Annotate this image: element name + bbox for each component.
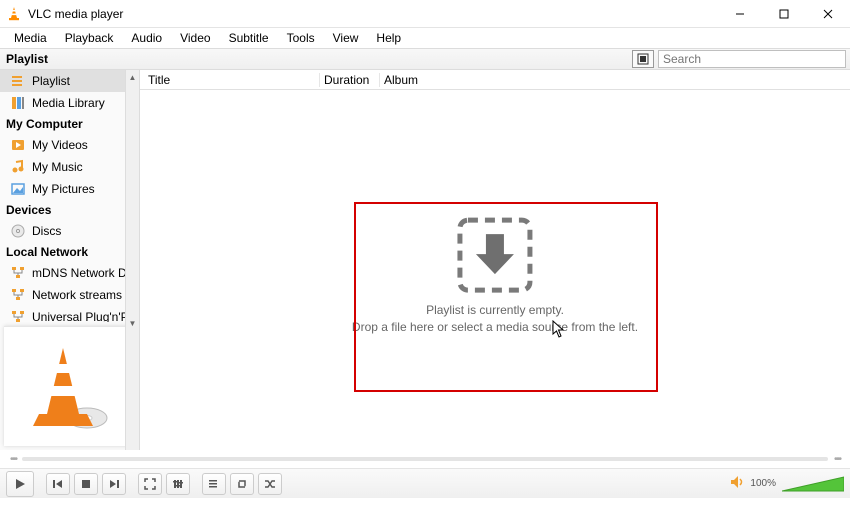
time-start-dots: •••• <box>10 454 16 465</box>
sidebar-item-label: Media Library <box>32 96 105 110</box>
network-icon <box>10 309 26 322</box>
menu-playback[interactable]: Playback <box>57 29 122 47</box>
vlc-cone-icon <box>6 6 22 22</box>
sidebar-item-my-music[interactable]: My Music <box>0 156 139 178</box>
empty-line2: Drop a file here or select a media sourc… <box>352 319 638 336</box>
window-minimize-button[interactable] <box>718 0 762 28</box>
play-button[interactable] <box>6 471 34 497</box>
volume-mute-icon[interactable] <box>730 475 746 492</box>
sidebar-item-label: Discs <box>32 224 61 238</box>
next-button[interactable] <box>102 473 126 495</box>
window-close-button[interactable] <box>806 0 850 28</box>
volume-percent-label: 100% <box>750 478 776 489</box>
sidebar-item-label: Network streams (SAP) <box>32 288 139 302</box>
drop-download-icon <box>456 216 534 294</box>
volume-slider[interactable] <box>782 475 844 493</box>
time-end-dots: •••• <box>834 454 840 465</box>
column-header-album[interactable]: Album <box>380 73 850 87</box>
playlist-content: Title Duration Album Playlist is current… <box>140 70 850 450</box>
loop-button[interactable] <box>230 473 254 495</box>
sidebar-item-label: Universal Plug'n'Play <box>32 310 139 322</box>
sidebar-item-my-videos[interactable]: My Videos <box>0 134 139 156</box>
menu-media[interactable]: Media <box>6 29 55 47</box>
playlist-icon <box>10 73 26 89</box>
menu-help[interactable]: Help <box>368 29 409 47</box>
window-maximize-button[interactable] <box>762 0 806 28</box>
empty-line1: Playlist is currently empty. <box>352 302 638 319</box>
menu-audio[interactable]: Audio <box>123 29 170 47</box>
scroll-down-icon[interactable]: ▼ <box>126 316 139 330</box>
random-button[interactable] <box>258 473 282 495</box>
sidebar-item-label: My Music <box>32 160 83 174</box>
menubar: Media Playback Audio Video Subtitle Tool… <box>0 28 850 48</box>
network-icon <box>10 287 26 303</box>
network-icon <box>10 265 26 281</box>
previous-button[interactable] <box>46 473 70 495</box>
sidebar-item-mdns[interactable]: mDNS Network Disco... <box>0 262 139 284</box>
sidebar-item-discs[interactable]: Discs <box>0 220 139 242</box>
sidebar-item-sap[interactable]: Network streams (SAP) <box>0 284 139 306</box>
disc-icon <box>10 223 26 239</box>
column-header-duration[interactable]: Duration <box>320 73 380 87</box>
sidebar-item-upnp[interactable]: Universal Plug'n'Play <box>0 306 139 322</box>
titlebar: VLC media player <box>0 0 850 28</box>
seek-slider[interactable] <box>22 457 828 461</box>
window-title: VLC media player <box>28 7 123 21</box>
sidebar-header-devices: Devices <box>0 200 139 220</box>
search-input[interactable] <box>658 50 846 68</box>
vlc-cone-large-icon <box>29 342 111 432</box>
sidebar-item-label: Playlist <box>32 74 70 88</box>
sidebar-header-mycomputer: My Computer <box>0 114 139 134</box>
column-header-title[interactable]: Title <box>140 73 320 87</box>
sidebar-item-label: My Videos <box>32 138 88 152</box>
playlist-view-toggle-button[interactable] <box>632 50 654 68</box>
sidebar-header-localnetwork: Local Network <box>0 242 139 262</box>
sidebar-scrollbar[interactable]: ▲ ▼ <box>125 70 139 450</box>
playlist-header-label: Playlist <box>0 52 54 66</box>
scroll-up-icon[interactable]: ▲ <box>126 70 139 84</box>
toggle-playlist-button[interactable] <box>202 473 226 495</box>
music-icon <box>10 159 26 175</box>
video-icon <box>10 137 26 153</box>
pictures-icon <box>10 181 26 197</box>
controls-bar: 100% <box>0 468 850 498</box>
sidebar-item-label: mDNS Network Disco... <box>32 266 139 280</box>
sidebar-item-my-pictures[interactable]: My Pictures <box>0 178 139 200</box>
sidebar-item-media-library[interactable]: Media Library <box>0 92 139 114</box>
column-header-row: Title Duration Album <box>140 70 850 90</box>
menu-view[interactable]: View <box>325 29 367 47</box>
playlist-toolbar: Playlist <box>0 48 850 70</box>
menu-video[interactable]: Video <box>172 29 218 47</box>
menu-subtitle[interactable]: Subtitle <box>221 29 277 47</box>
cursor-icon <box>552 320 566 338</box>
playlist-drop-zone[interactable]: Playlist is currently empty. Drop a file… <box>140 90 850 450</box>
sidebar-artwork <box>4 326 135 446</box>
sidebar: Playlist Media Library My Computer My Vi… <box>0 70 140 450</box>
sidebar-item-playlist[interactable]: Playlist <box>0 70 139 92</box>
fullscreen-button[interactable] <box>138 473 162 495</box>
sidebar-item-label: My Pictures <box>32 182 95 196</box>
stop-button[interactable] <box>74 473 98 495</box>
menu-tools[interactable]: Tools <box>279 29 323 47</box>
extended-settings-button[interactable] <box>166 473 190 495</box>
seek-bar-row: •••• •••• <box>0 450 850 468</box>
media-library-icon <box>10 95 26 111</box>
